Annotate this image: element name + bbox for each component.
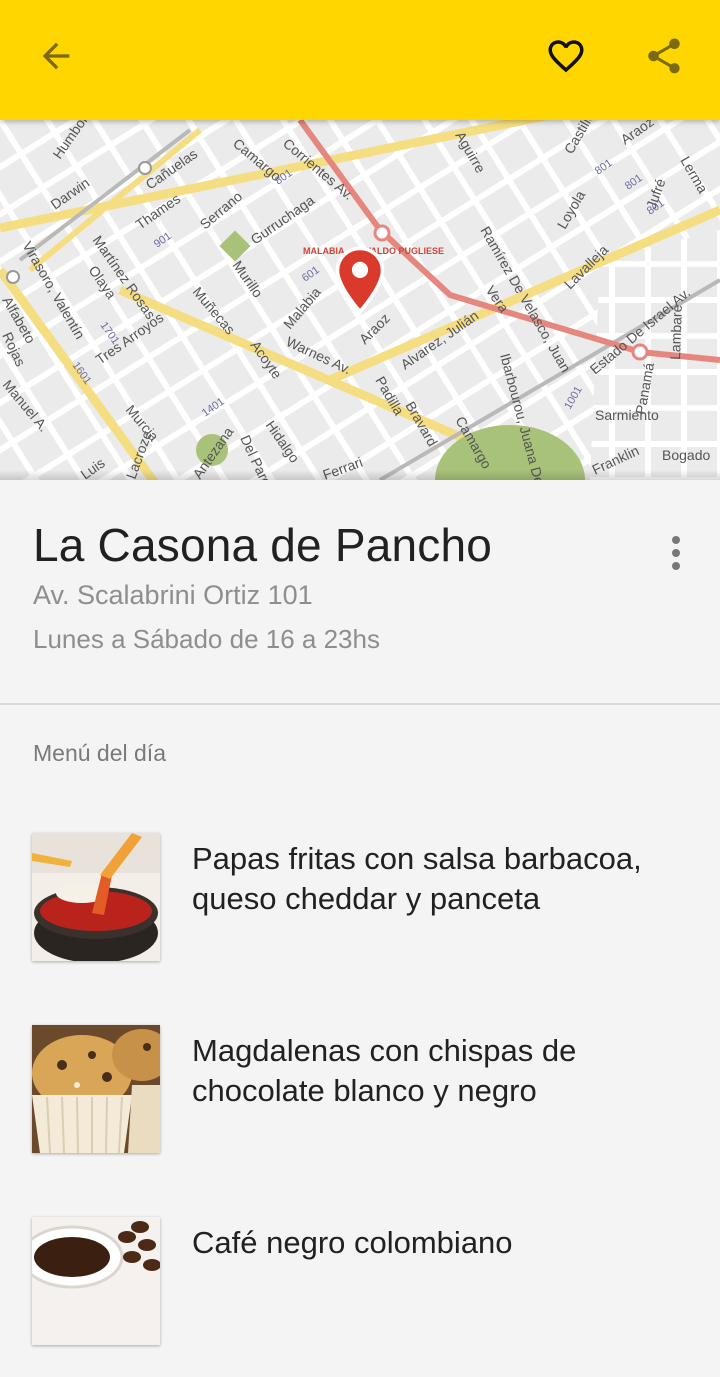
menu-item[interactable]: Café negro colombiano (0, 1217, 720, 1377)
place-address: Av. Scalabrini Ortiz 101 (33, 580, 313, 610)
menu-item[interactable]: Magdalenas con chispas de chocolate blan… (0, 1025, 720, 1185)
menu-item-name: Café negro colombiano (192, 1225, 513, 1260)
fries-image (32, 833, 160, 961)
location-pin-icon[interactable] (333, 246, 387, 314)
menu-item-name: Magdalenas con chispas de chocolate blan… (192, 1033, 577, 1108)
coffee-image (32, 1217, 160, 1345)
menu-section-label: Menú del día (33, 740, 166, 766)
share-button[interactable] (636, 28, 692, 84)
place-name: La Casona de Pancho (33, 519, 493, 571)
svg-text:Lambaré: Lambaré (667, 304, 685, 360)
menu-item[interactable]: Papas fritas con salsa barbacoa, queso c… (0, 833, 720, 993)
favorite-button[interactable] (538, 28, 594, 84)
app-bar (0, 0, 720, 120)
map-view[interactable]: Humboldt Darwin Cañuelas Camargo Corrien… (0, 120, 720, 480)
arrow-back-icon (42, 42, 70, 70)
share-icon (648, 38, 680, 74)
svg-text:Sarmiento: Sarmiento (595, 407, 659, 423)
back-button[interactable] (28, 28, 84, 84)
section-divider (0, 703, 720, 705)
more-options-button[interactable] (658, 530, 694, 576)
place-hours: Lunes a Sábado de 16 a 23hs (33, 624, 380, 654)
more-vert-icon (672, 536, 680, 544)
muffins-image (32, 1025, 160, 1153)
heart-outline-icon (548, 40, 584, 73)
svg-text:Bogado: Bogado (662, 447, 710, 463)
menu-item-name: Papas fritas con salsa barbacoa, queso c… (192, 841, 642, 916)
